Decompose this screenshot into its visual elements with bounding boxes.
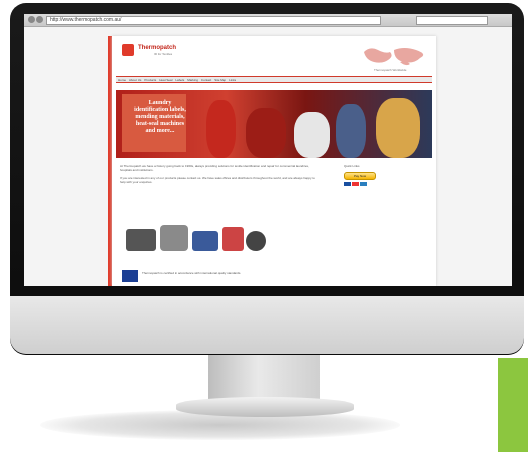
hero-headline: Laundry identification labels, mending m…	[134, 100, 186, 134]
browser-toolbar: http://www.thermopatch.com.au/	[24, 14, 512, 27]
nav-item[interactable]: About Us	[129, 78, 141, 82]
nav-item[interactable]: Products	[144, 78, 156, 82]
main-content: At Thermopatch we have a history going b…	[120, 164, 320, 188]
monitor-stand-base	[176, 397, 354, 417]
address-bar[interactable]: http://www.thermopatch.com.au/	[46, 16, 381, 25]
webpage: Thermopatch ID for Textiles Thermopatch …	[112, 36, 436, 286]
back-icon[interactable]	[28, 16, 35, 23]
hero-image-person	[376, 98, 420, 158]
world-map-icon[interactable]	[360, 44, 424, 68]
nav-item[interactable]: Marking	[187, 78, 198, 82]
hero-image-person	[336, 104, 366, 158]
sidebar: Quick Links Pay Now	[344, 164, 430, 186]
forward-icon[interactable]	[36, 16, 43, 23]
hero-banner: Laundry identification labels, mending m…	[116, 90, 432, 158]
mastercard-icon	[352, 182, 359, 186]
nav-item[interactable]: Home	[118, 78, 126, 82]
contact-paragraph: If you are interested in any of our prod…	[120, 176, 315, 184]
certification-row: Thermopatch is certified in accordance w…	[122, 270, 272, 284]
green-accent-bar	[498, 358, 528, 452]
hero-text-box: Laundry identification labels, mending m…	[122, 94, 186, 152]
monitor-chin	[10, 296, 524, 354]
intro-paragraph: At Thermopatch we have a history going b…	[120, 164, 309, 172]
map-caption: Thermopatch Worldwide	[374, 68, 407, 72]
site-logo-tagline: ID for Textiles	[154, 52, 173, 56]
site-logo-text[interactable]: Thermopatch	[138, 45, 176, 51]
nav-item[interactable]: Labels	[175, 78, 184, 82]
thermopatch-logo-icon[interactable]	[122, 44, 134, 56]
visa-icon	[344, 182, 351, 186]
certification-text: Thermopatch is certified in accordance w…	[142, 271, 242, 275]
eu-flag-icon	[122, 270, 138, 282]
monitor-screen: http://www.thermopatch.com.au/ Thermopat…	[24, 14, 512, 286]
payment-cards	[344, 182, 430, 186]
hero-image-person	[206, 100, 236, 158]
hero-image-person	[246, 108, 286, 158]
paypal-button[interactable]: Pay Now	[344, 172, 376, 180]
nav-item[interactable]: Links	[229, 78, 236, 82]
site-navigation: Home About Us Products Heat Seal Labels Marki…	[116, 76, 432, 83]
nav-item[interactable]: Contact	[201, 78, 211, 82]
amex-icon	[360, 182, 367, 186]
product-image	[126, 225, 266, 251]
search-input[interactable]	[416, 16, 488, 25]
nav-item[interactable]: Site Map	[214, 78, 226, 82]
nav-item[interactable]: Heat Seal	[159, 78, 172, 82]
hero-image-patches	[294, 112, 330, 158]
sidebar-title: Quick Links	[344, 164, 360, 168]
